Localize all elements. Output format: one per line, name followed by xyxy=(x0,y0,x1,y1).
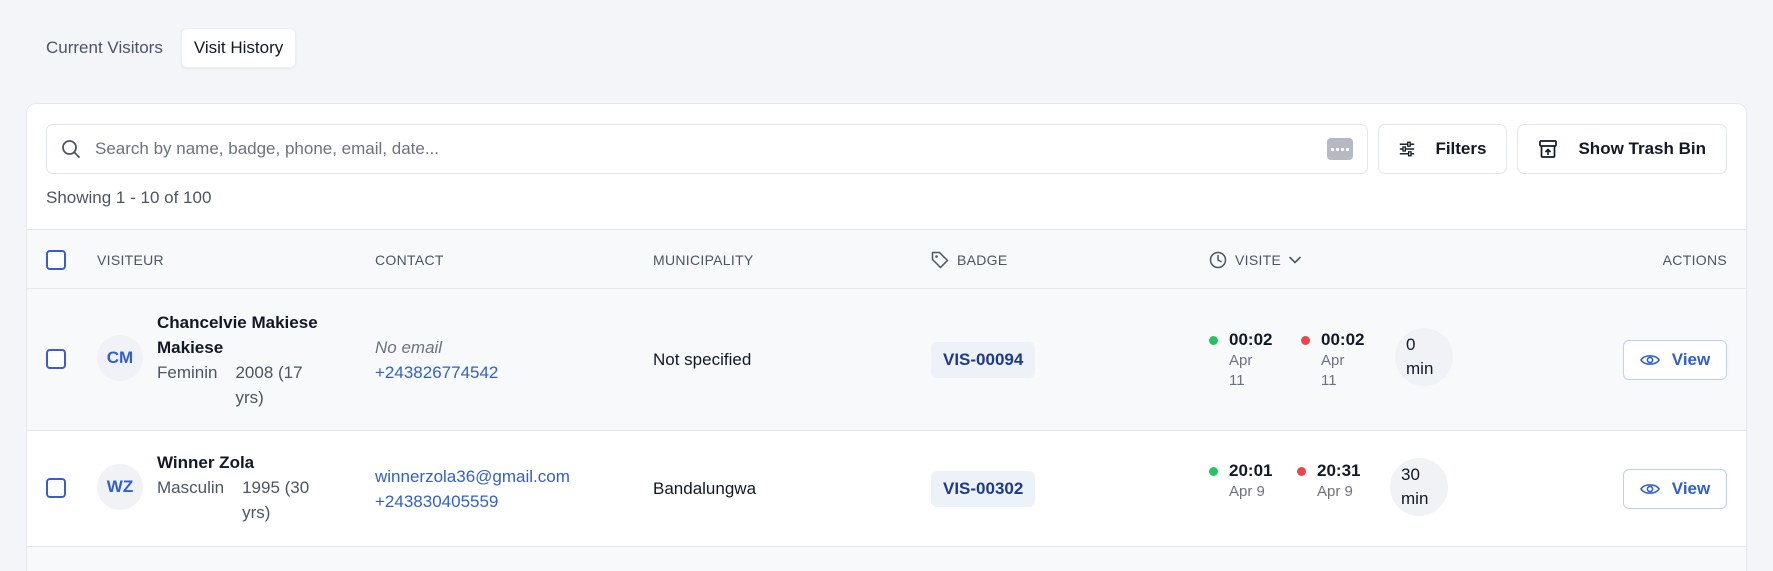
visitor-gender: Masculin xyxy=(157,478,225,497)
visits-table: VISITEUR CONTACT MUNICIPALITY BADGE VISI… xyxy=(27,229,1746,571)
view-button[interactable]: View xyxy=(1623,340,1727,380)
toolbar: Filters Show Trash Bin xyxy=(46,124,1727,174)
visitor-phone[interactable]: +243826774542 xyxy=(375,360,498,385)
header-visitor[interactable]: VISITEUR xyxy=(97,230,164,290)
filters-button[interactable]: Filters xyxy=(1378,124,1508,174)
duration-unit: min xyxy=(1401,489,1429,508)
chevron-down-icon[interactable] xyxy=(1289,256,1301,264)
visitor-info: Chancelvie Makiese Makiese Feminin 2008 … xyxy=(157,310,327,410)
visitor-info: Winner Zola Masculin 1995 (30 yrs) xyxy=(157,450,327,525)
badge-cell: VIS-00094 xyxy=(931,342,1036,378)
archive-icon xyxy=(1539,140,1558,158)
keyboard-icon[interactable] xyxy=(1327,138,1354,160)
visitor-gender: Feminin xyxy=(157,363,218,382)
tab-current-visitors[interactable]: Current Visitors xyxy=(34,28,175,68)
actions-cell: View xyxy=(1623,340,1727,380)
check-out-date-day: 11 xyxy=(1321,372,1337,389)
badge-cell: VIS-00302 xyxy=(931,471,1036,507)
visitor-birth: 2008 (17 xyxy=(235,363,303,382)
search-input[interactable] xyxy=(95,139,1328,159)
header-municipality[interactable]: MUNICIPALITY xyxy=(653,230,754,290)
table-row-partial xyxy=(27,547,1746,571)
view-label: View xyxy=(1671,479,1711,498)
tab-visit-history[interactable]: Visit History xyxy=(180,28,297,68)
check-out-dot xyxy=(1301,336,1310,345)
actions-cell: View xyxy=(1623,469,1727,509)
clock-icon xyxy=(1209,251,1227,269)
check-out-dot xyxy=(1297,467,1306,476)
check-in-time: 00:02 xyxy=(1229,330,1273,349)
check-out-date: Apr 9 xyxy=(1317,483,1353,500)
visitor-birth: 1995 (30 xyxy=(242,478,310,497)
check-out-date: Apr xyxy=(1321,352,1345,369)
visitor-email[interactable]: winnerzola36@gmail.com xyxy=(375,464,570,489)
check-in-date: Apr 9 xyxy=(1229,483,1265,500)
search-box[interactable] xyxy=(46,124,1369,174)
avatar: WZ xyxy=(97,464,143,510)
tag-icon xyxy=(931,251,949,269)
duration-pill: 30 min xyxy=(1390,458,1448,516)
header-visit[interactable]: VISITE xyxy=(1209,230,1301,290)
eye-icon xyxy=(1639,484,1660,494)
duration-value: 30 xyxy=(1401,465,1420,484)
duration-unit: min xyxy=(1406,359,1434,378)
visitor-name: Chancelvie Makiese xyxy=(157,313,318,332)
eye-icon xyxy=(1639,355,1660,365)
visitor-name-cont: Makiese xyxy=(157,338,224,357)
select-all-cell xyxy=(46,230,66,290)
municipality-cell: Not specified xyxy=(653,350,752,369)
avatar: CM xyxy=(97,335,143,381)
header-badge[interactable]: BADGE xyxy=(931,230,1008,290)
table-row: CM Chancelvie Makiese Makiese Feminin 20… xyxy=(27,289,1746,431)
check-out-time: 00:02 xyxy=(1321,330,1365,349)
header-visit-label: VISITE xyxy=(1235,252,1282,268)
view-button[interactable]: View xyxy=(1623,469,1727,509)
check-in-dot xyxy=(1209,336,1218,345)
results-count: Showing 1 - 10 of 100 xyxy=(46,188,212,207)
select-all-checkbox[interactable] xyxy=(46,250,66,270)
table-header: VISITEUR CONTACT MUNICIPALITY BADGE VISI… xyxy=(27,229,1746,289)
duration-pill: 0 min xyxy=(1395,328,1453,386)
view-label: View xyxy=(1671,350,1711,369)
visitor-age: yrs) xyxy=(235,388,264,407)
check-in-date: Apr xyxy=(1229,352,1253,369)
check-in: 20:01 Apr 9 xyxy=(1209,460,1299,502)
contact-cell: winnerzola36@gmail.com +243830405559 xyxy=(375,464,570,514)
check-out: 00:02 Apr 11 xyxy=(1301,329,1391,391)
row-select-cell xyxy=(46,478,66,498)
sliders-icon xyxy=(1400,141,1415,157)
check-in-date-day: 11 xyxy=(1229,372,1245,389)
status-badge[interactable]: VIS-00094 xyxy=(931,342,1036,378)
tab-bar: Current Visitors Visit History xyxy=(34,28,297,68)
header-actions: ACTIONS xyxy=(1662,252,1727,268)
check-in-dot xyxy=(1209,467,1218,476)
duration-value: 0 xyxy=(1406,335,1416,354)
check-out: 20:31 Apr 9 xyxy=(1297,460,1387,502)
show-trash-bin-button[interactable]: Show Trash Bin xyxy=(1517,124,1727,174)
search-icon xyxy=(62,140,80,158)
visit-history-page: Current Visitors Visit History Search by… xyxy=(0,0,1773,571)
visitor-phone[interactable]: +243830405559 xyxy=(375,489,570,514)
visitor-email: No email xyxy=(375,338,443,357)
check-in-time: 20:01 xyxy=(1229,461,1273,480)
municipality-cell: Bandalungwa xyxy=(653,479,757,498)
table-row: WZ Winner Zola Masculin 1995 (30 yrs) wi… xyxy=(27,431,1746,547)
status-badge[interactable]: VIS-00302 xyxy=(931,471,1036,507)
header-badge-label: BADGE xyxy=(957,252,1008,268)
check-out-time: 20:31 xyxy=(1317,461,1361,480)
check-in: 00:02 Apr 11 xyxy=(1209,329,1299,391)
visitor-age: yrs) xyxy=(242,503,271,522)
header-contact[interactable]: CONTACT xyxy=(375,230,444,290)
contact-cell: No email +243826774542 xyxy=(375,335,498,385)
row-select-cell xyxy=(46,349,66,369)
filters-label: Filters xyxy=(1435,139,1487,158)
visitor-name: Winner Zola xyxy=(157,453,255,472)
row-checkbox[interactable] xyxy=(46,478,66,498)
row-checkbox[interactable] xyxy=(46,349,66,369)
visit-history-card: Filters Show Trash Bin Showing 1 - 10 of… xyxy=(26,103,1747,571)
trash-label: Show Trash Bin xyxy=(1578,139,1706,158)
